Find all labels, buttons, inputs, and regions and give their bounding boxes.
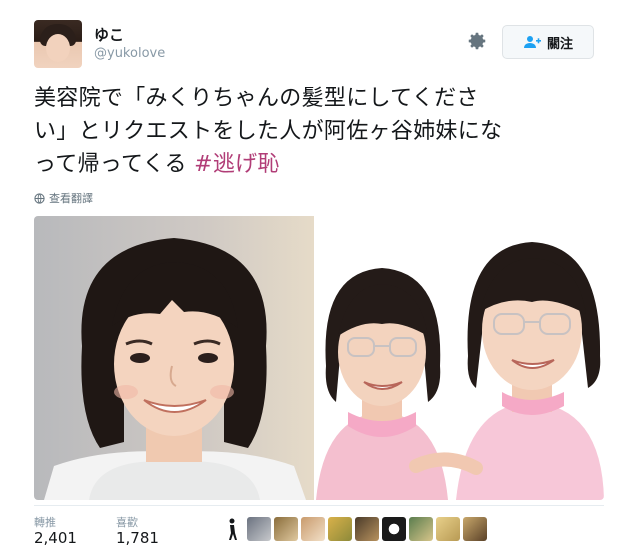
- stats-divider: [34, 505, 604, 506]
- liker-avatar[interactable]: [355, 517, 379, 541]
- author-avatar[interactable]: [34, 20, 82, 68]
- follow-label: 關注: [546, 36, 573, 52]
- author-handle[interactable]: @yukolove: [94, 46, 165, 61]
- person-icon: [229, 518, 237, 540]
- avatar-face: [46, 34, 70, 62]
- tweet-text: 美容院で「みくりちゃんの髪型にしてくださ い」とリクエストをした人が阿佐ヶ谷姉妹…: [34, 82, 614, 181]
- hashtag-link[interactable]: #逃げ恥: [194, 152, 280, 177]
- liker-avatar[interactable]: [301, 517, 325, 541]
- retweets-label: 轉推: [34, 516, 56, 529]
- liker-avatar[interactable]: [463, 517, 487, 541]
- photo-short-hair-woman[interactable]: [34, 216, 314, 500]
- tweet-text-line: 美容院で「みくりちゃんの髪型にしてくださ: [34, 86, 479, 111]
- follow-button[interactable]: 關注: [502, 25, 594, 59]
- globe-icon: [34, 192, 45, 204]
- liker-avatar[interactable]: [409, 517, 433, 541]
- tweet-text-line-part: って帰ってくる: [34, 152, 195, 177]
- liker-avatar[interactable]: [274, 517, 298, 541]
- tweet-media[interactable]: [34, 216, 604, 500]
- retweets-count[interactable]: 2,401: [34, 529, 77, 547]
- translate-label: 查看翻譯: [49, 192, 93, 205]
- likes-count[interactable]: 1,781: [116, 529, 159, 547]
- liker-avatar[interactable]: [436, 517, 460, 541]
- liker-avatars: [226, 517, 487, 541]
- liker-avatar[interactable]: [328, 517, 352, 541]
- gear-icon[interactable]: [466, 30, 488, 52]
- tweet-text-line: い」とリクエストをした人が阿佐ヶ谷姉妹にな: [34, 119, 503, 144]
- photo-two-women-glasses[interactable]: [316, 216, 604, 500]
- author-name[interactable]: ゆこ: [94, 24, 124, 45]
- translate-link[interactable]: 查看翻譯: [34, 190, 93, 206]
- liker-avatar[interactable]: [382, 517, 406, 541]
- add-user-icon: [523, 36, 541, 48]
- liker-avatar[interactable]: [247, 517, 271, 541]
- tweet-text-line: って帰ってくる #逃げ恥: [34, 148, 614, 181]
- likes-label: 喜歡: [116, 516, 138, 529]
